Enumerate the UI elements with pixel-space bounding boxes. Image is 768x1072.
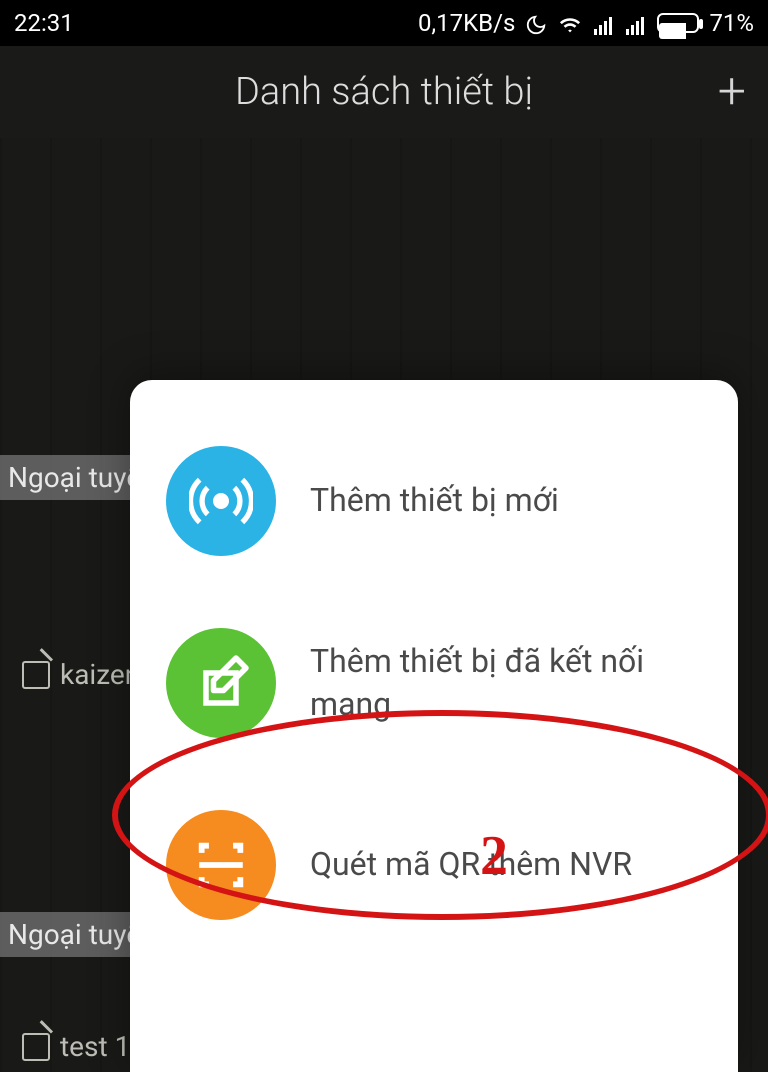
edit-icon <box>22 661 50 689</box>
title-bar: Danh sách thiết bị + <box>0 46 768 138</box>
option-add-new-device[interactable]: Thêm thiết bị mới <box>158 410 710 592</box>
moon-icon <box>525 9 547 37</box>
option-label: Thêm thiết bị đã kết nối mạng <box>310 640 702 726</box>
battery-icon <box>657 13 699 33</box>
signal2-icon <box>625 9 647 37</box>
page-title: Danh sách thiết bị <box>235 70 533 114</box>
device-label: kaizen <box>60 658 140 691</box>
broadcast-icon <box>166 446 276 556</box>
option-label: Thêm thiết bị mới <box>310 479 559 522</box>
status-right: 0,17KB/s 71% <box>418 9 754 37</box>
status-battery-pct: 71% <box>709 9 754 37</box>
option-scan-qr-nvr[interactable]: Quét mã QR thêm NVR <box>158 774 710 956</box>
qr-scan-icon <box>166 810 276 920</box>
add-device-popup: Thêm thiết bị mới Thêm thiết bị đã kết n… <box>130 380 738 1072</box>
signal-icon <box>593 9 615 37</box>
status-bar: 22:31 0,17KB/s 71% <box>0 0 768 46</box>
option-add-connected-device[interactable]: Thêm thiết bị đã kết nối mạng <box>158 592 710 774</box>
status-data-rate: 0,17KB/s <box>418 9 516 37</box>
option-label: Quét mã QR thêm NVR <box>310 843 632 886</box>
add-device-button[interactable]: + <box>718 67 746 117</box>
edit-icon <box>22 1033 50 1061</box>
device-item[interactable]: kaizen <box>22 658 140 691</box>
status-time: 22:31 <box>14 9 74 37</box>
edit-square-icon <box>166 628 276 738</box>
wifi-icon <box>557 9 583 37</box>
